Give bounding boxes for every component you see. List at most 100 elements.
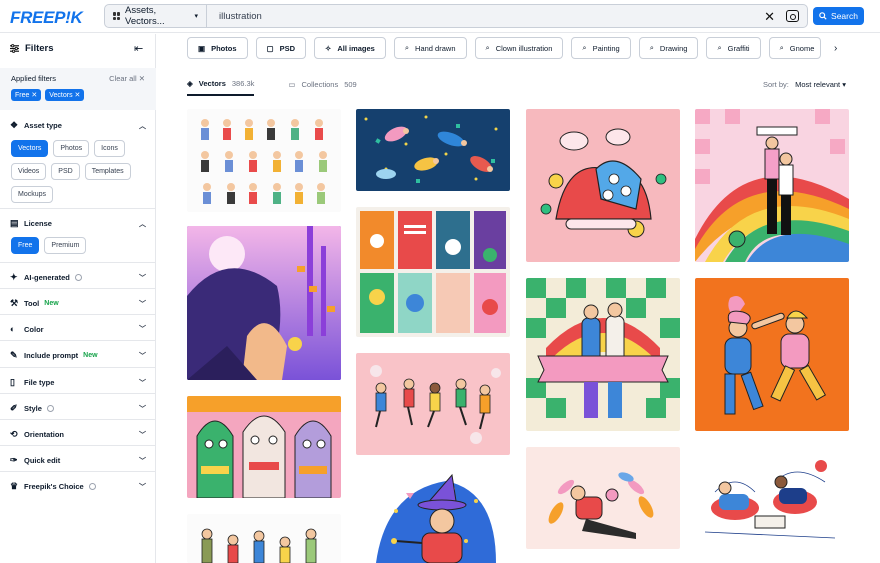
asset-option-templates[interactable]: Templates xyxy=(84,163,131,180)
asset-type-options: Vectors Photos Icons Videos PSD Template… xyxy=(11,140,147,203)
image-icon: ▣ xyxy=(198,43,206,53)
tag-gnome[interactable]: ⌕ Gnome xyxy=(768,37,821,59)
section-color[interactable]: ◐ Color ﹀ xyxy=(10,324,146,334)
freepik-logo[interactable]: FREEP!K xyxy=(10,8,83,28)
asset-option-photos[interactable]: Photos xyxy=(53,140,90,157)
tag-drawing[interactable]: ⌕ Drawing xyxy=(638,37,699,59)
card-image xyxy=(540,128,667,238)
license-option-free[interactable]: Free xyxy=(11,237,40,254)
section-file-type[interactable]: ▯ File type ﹀ xyxy=(10,377,146,388)
filters-header: Filters xyxy=(10,43,54,54)
result-card[interactable] xyxy=(356,471,510,563)
result-card[interactable] xyxy=(695,278,849,431)
section-label: File type xyxy=(24,378,55,387)
sort-label: Sort by: xyxy=(763,80,789,89)
result-card[interactable] xyxy=(187,514,341,563)
tag-graffiti[interactable]: ⌕ Graffiti xyxy=(706,37,761,59)
result-card[interactable] xyxy=(695,109,849,262)
applied-filters-label: Applied filters xyxy=(11,74,57,83)
card-image xyxy=(548,472,654,539)
chevron-down-icon: ﹀ xyxy=(139,405,146,413)
tag-clown-illustration[interactable]: ⌕ Clown illustration xyxy=(474,37,564,59)
tag-hand-drawn[interactable]: ⌕ Hand drawn xyxy=(393,37,467,59)
sort-control[interactable]: Sort by: Most relevant ▾ xyxy=(763,80,846,89)
card-image xyxy=(704,460,836,539)
chevron-down-icon: ﹀ xyxy=(139,274,146,282)
license-option-premium[interactable]: Premium xyxy=(44,237,87,254)
divider xyxy=(0,288,156,289)
search-input[interactable] xyxy=(207,10,747,22)
chevron-down-icon: ﹀ xyxy=(139,431,146,439)
tab-vectors[interactable]: ◈ Vectors 386.3k xyxy=(187,79,255,96)
applied-chip-free[interactable]: Free ✕ xyxy=(11,89,42,101)
content-tabs: ◈ Vectors 386.3k ▭ Collections 509 xyxy=(187,79,357,96)
chevron-right-icon[interactable]: › xyxy=(834,43,837,54)
asset-option-videos[interactable]: Videos xyxy=(11,163,47,180)
tag-photos[interactable]: ▣ Photos xyxy=(187,37,248,59)
clear-all-button[interactable]: Clear all ✕ xyxy=(109,74,145,83)
applied-chip-vectors[interactable]: Vectors ✕ xyxy=(45,89,85,101)
section-freepiks-choice[interactable]: ♛ Freepik's Choice ﹀ xyxy=(10,481,146,492)
section-orientation[interactable]: ⟲ Orientation ﹀ xyxy=(10,429,146,440)
asset-option-vectors[interactable]: Vectors xyxy=(11,140,49,157)
search-type-dropdown[interactable]: Assets, Vectors... ▾ xyxy=(105,5,207,27)
chevron-down-icon: ﹀ xyxy=(139,326,146,333)
prompt-icon: ✎ xyxy=(10,350,18,360)
clear-search-icon[interactable]: ✕ xyxy=(764,9,775,25)
divider xyxy=(0,340,156,341)
tab-label: Collections xyxy=(301,80,339,89)
asset-option-psd[interactable]: PSD xyxy=(51,163,80,180)
card-image xyxy=(201,119,327,204)
section-label: Include prompt xyxy=(24,351,79,360)
result-card[interactable] xyxy=(695,452,849,549)
divider xyxy=(0,393,156,394)
result-card[interactable] xyxy=(187,226,341,380)
chevron-down-icon: ▾ xyxy=(194,13,198,20)
section-label: Asset type xyxy=(24,121,62,130)
tag-psd[interactable]: ▢ PSD xyxy=(255,37,307,59)
search-box: Assets, Vectors... ▾ ✕ xyxy=(104,4,808,28)
divider xyxy=(0,445,156,446)
section-license[interactable]: ▤ License ︿ xyxy=(10,218,146,229)
vector-icon: ◈ xyxy=(187,79,193,88)
info-icon xyxy=(46,405,54,412)
card-image xyxy=(360,211,506,333)
filters-sidebar: Filters ⇤ Applied filters Clear all ✕ Fr… xyxy=(0,34,156,563)
section-tool[interactable]: ⚒ Tool New ﹀ xyxy=(10,298,146,309)
file-icon: ▯ xyxy=(10,377,15,387)
section-label: Color xyxy=(24,324,44,334)
search-button[interactable]: Search xyxy=(813,7,864,25)
orientation-icon: ⟲ xyxy=(10,429,18,439)
result-card[interactable] xyxy=(187,109,341,212)
result-card[interactable] xyxy=(526,278,680,431)
collapse-sidebar-icon[interactable]: ⇤ xyxy=(134,42,143,55)
result-card[interactable] xyxy=(187,396,341,498)
search-icon: ⌕ xyxy=(717,43,722,52)
section-label: License xyxy=(24,219,52,228)
tag-all-images[interactable]: ✧ All images xyxy=(314,37,386,59)
section-style[interactable]: ✐ Style ﹀ xyxy=(10,403,146,414)
card-image xyxy=(695,109,849,262)
section-asset-type[interactable]: ❖ Asset type ︿ xyxy=(10,120,146,131)
result-card[interactable] xyxy=(356,353,510,455)
asset-option-mockups[interactable]: Mockups xyxy=(11,186,54,203)
divider xyxy=(0,208,156,209)
new-badge: New xyxy=(83,352,98,359)
chevron-down-icon: ﹀ xyxy=(139,352,146,360)
result-card[interactable] xyxy=(526,109,680,262)
divider xyxy=(0,314,156,315)
image-search-icon[interactable] xyxy=(786,10,799,22)
result-card[interactable] xyxy=(356,109,510,191)
ai-icon: ✦ xyxy=(10,272,18,282)
result-card[interactable] xyxy=(526,447,680,549)
tab-collections[interactable]: ▭ Collections 509 xyxy=(288,80,356,95)
section-include-prompt[interactable]: ✎ Include prompt New ﹀ xyxy=(10,350,146,361)
section-ai-generated[interactable]: ✦ AI-generated ﹀ xyxy=(10,272,146,283)
search-type-label: Assets, Vectors... xyxy=(125,5,165,27)
asset-option-icons[interactable]: Icons xyxy=(94,140,125,157)
result-card[interactable] xyxy=(356,207,510,337)
tag-painting[interactable]: ⌕ Painting xyxy=(571,37,631,59)
tab-count: 386.3k xyxy=(231,79,255,88)
filters-icon xyxy=(10,44,19,53)
section-quick-edit[interactable]: ✑ Quick edit ﹀ xyxy=(10,455,146,466)
